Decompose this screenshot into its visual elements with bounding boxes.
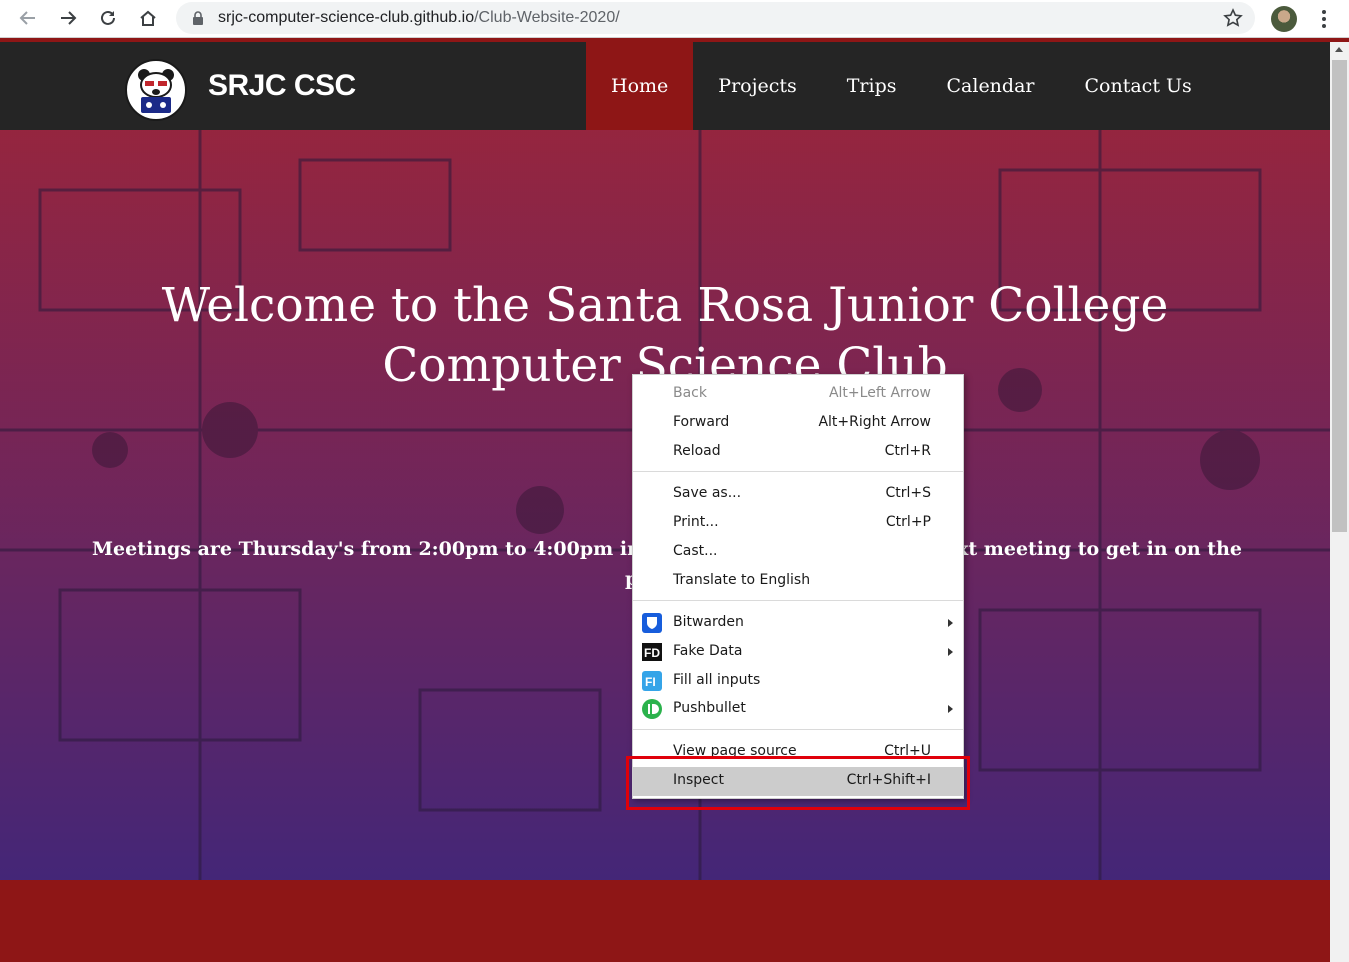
submenu-arrow-icon bbox=[948, 619, 953, 627]
bitwarden-icon bbox=[642, 613, 662, 633]
lock-icon bbox=[193, 11, 203, 25]
menu-item-bitwarden[interactable]: Bitwarden bbox=[633, 609, 963, 638]
svg-text:FI: FI bbox=[645, 675, 656, 689]
submenu-arrow-icon bbox=[948, 705, 953, 713]
arrow-left-icon bbox=[19, 11, 35, 25]
menu-item-label: Reload bbox=[673, 443, 721, 459]
menu-item-shortcut: Ctrl+S bbox=[885, 485, 931, 501]
menu-item-label: Back bbox=[673, 385, 707, 401]
site-brand[interactable]: SRJC CSC bbox=[208, 69, 356, 103]
svg-text:FD: FD bbox=[644, 646, 660, 660]
context-menu: Back Alt+Left Arrow Forward Alt+Right Ar… bbox=[632, 374, 964, 799]
submenu-arrow-icon bbox=[948, 648, 953, 656]
menu-item-label: Save as... bbox=[673, 485, 742, 501]
menu-item-label: Pushbullet bbox=[673, 700, 746, 716]
url-host: srjc-computer-science-club.github.io bbox=[218, 9, 475, 26]
url-path: /Club-Website-2020/ bbox=[474, 9, 620, 26]
menu-item-shortcut: Alt+Left Arrow bbox=[828, 385, 931, 401]
menu-item-pushbullet[interactable]: Pushbullet bbox=[633, 695, 963, 724]
menu-item-shortcut: Ctrl+R bbox=[884, 443, 931, 459]
page-scrollbar[interactable] bbox=[1330, 42, 1349, 962]
reload-button[interactable] bbox=[94, 4, 122, 32]
menu-separator bbox=[633, 471, 963, 472]
menu-item-label: Translate to English bbox=[673, 572, 811, 588]
scroll-up-arrow-icon[interactable] bbox=[1335, 47, 1343, 52]
menu-item-back[interactable]: Back Alt+Left Arrow bbox=[633, 380, 963, 409]
menu-item-print[interactable]: Print... Ctrl+P bbox=[633, 509, 963, 538]
nav-projects[interactable]: Projects bbox=[693, 42, 821, 130]
main-nav: Home Projects Trips Calendar Contact Us bbox=[586, 42, 1217, 130]
menu-separator bbox=[633, 600, 963, 601]
bookmark-star-icon[interactable] bbox=[1223, 8, 1243, 28]
menu-item-forward[interactable]: Forward Alt+Right Arrow bbox=[633, 409, 963, 438]
home-icon bbox=[140, 10, 156, 26]
menu-item-shortcut: Ctrl+P bbox=[885, 514, 931, 530]
menu-item-cast[interactable]: Cast... bbox=[633, 538, 963, 567]
menu-item-label: Fake Data bbox=[673, 643, 743, 659]
bear-mascot-icon bbox=[138, 69, 174, 113]
back-button[interactable] bbox=[14, 4, 42, 32]
scrollbar-thumb[interactable] bbox=[1332, 60, 1347, 532]
home-button[interactable] bbox=[134, 4, 162, 32]
menu-item-label: Print... bbox=[673, 514, 719, 530]
address-bar[interactable]: srjc-computer-science-club.github.io/Clu… bbox=[176, 2, 1255, 34]
nav-trips[interactable]: Trips bbox=[822, 42, 922, 130]
menu-item-label: Cast... bbox=[673, 543, 718, 559]
url-text[interactable]: srjc-computer-science-club.github.io/Clu… bbox=[218, 9, 620, 27]
nav-calendar[interactable]: Calendar bbox=[922, 42, 1060, 130]
menu-item-label: Bitwarden bbox=[673, 614, 744, 630]
menu-item-shortcut: Alt+Right Arrow bbox=[818, 414, 931, 430]
nav-home[interactable]: Home bbox=[586, 42, 694, 130]
menu-separator bbox=[633, 729, 963, 730]
menu-item-fill-all-inputs[interactable]: FI Fill all inputs bbox=[633, 667, 963, 696]
inspect-highlight-box bbox=[626, 756, 970, 810]
forward-button[interactable] bbox=[54, 4, 82, 32]
profile-avatar[interactable] bbox=[1271, 6, 1297, 32]
menu-item-translate[interactable]: Translate to English bbox=[633, 567, 963, 596]
menu-item-fake-data[interactable]: FD Fake Data bbox=[633, 638, 963, 667]
club-logo[interactable] bbox=[125, 59, 187, 121]
reload-icon bbox=[101, 10, 115, 25]
section-band bbox=[0, 880, 1330, 962]
fill-inputs-icon: FI bbox=[642, 671, 662, 691]
browser-toolbar: srjc-computer-science-club.github.io/Clu… bbox=[0, 0, 1349, 38]
arrow-right-icon bbox=[61, 11, 77, 25]
meeting-text-left: Meetings are Thursday's from 2:00pm to 4… bbox=[92, 538, 719, 560]
nav-contact-us[interactable]: Contact Us bbox=[1060, 42, 1217, 130]
pushbullet-icon bbox=[642, 699, 662, 719]
site-header: SRJC CSC Home Projects Trips Calendar Co… bbox=[0, 42, 1330, 130]
menu-item-save-as[interactable]: Save as... Ctrl+S bbox=[633, 480, 963, 509]
menu-item-reload[interactable]: Reload Ctrl+R bbox=[633, 438, 963, 467]
fake-data-icon: FD bbox=[642, 643, 662, 661]
menu-item-label: Forward bbox=[673, 414, 730, 430]
menu-item-label: Fill all inputs bbox=[673, 672, 761, 688]
browser-menu-icon[interactable] bbox=[1316, 6, 1332, 32]
hero-title-line1: Welcome to the Santa Rosa Junior College bbox=[161, 278, 1169, 333]
